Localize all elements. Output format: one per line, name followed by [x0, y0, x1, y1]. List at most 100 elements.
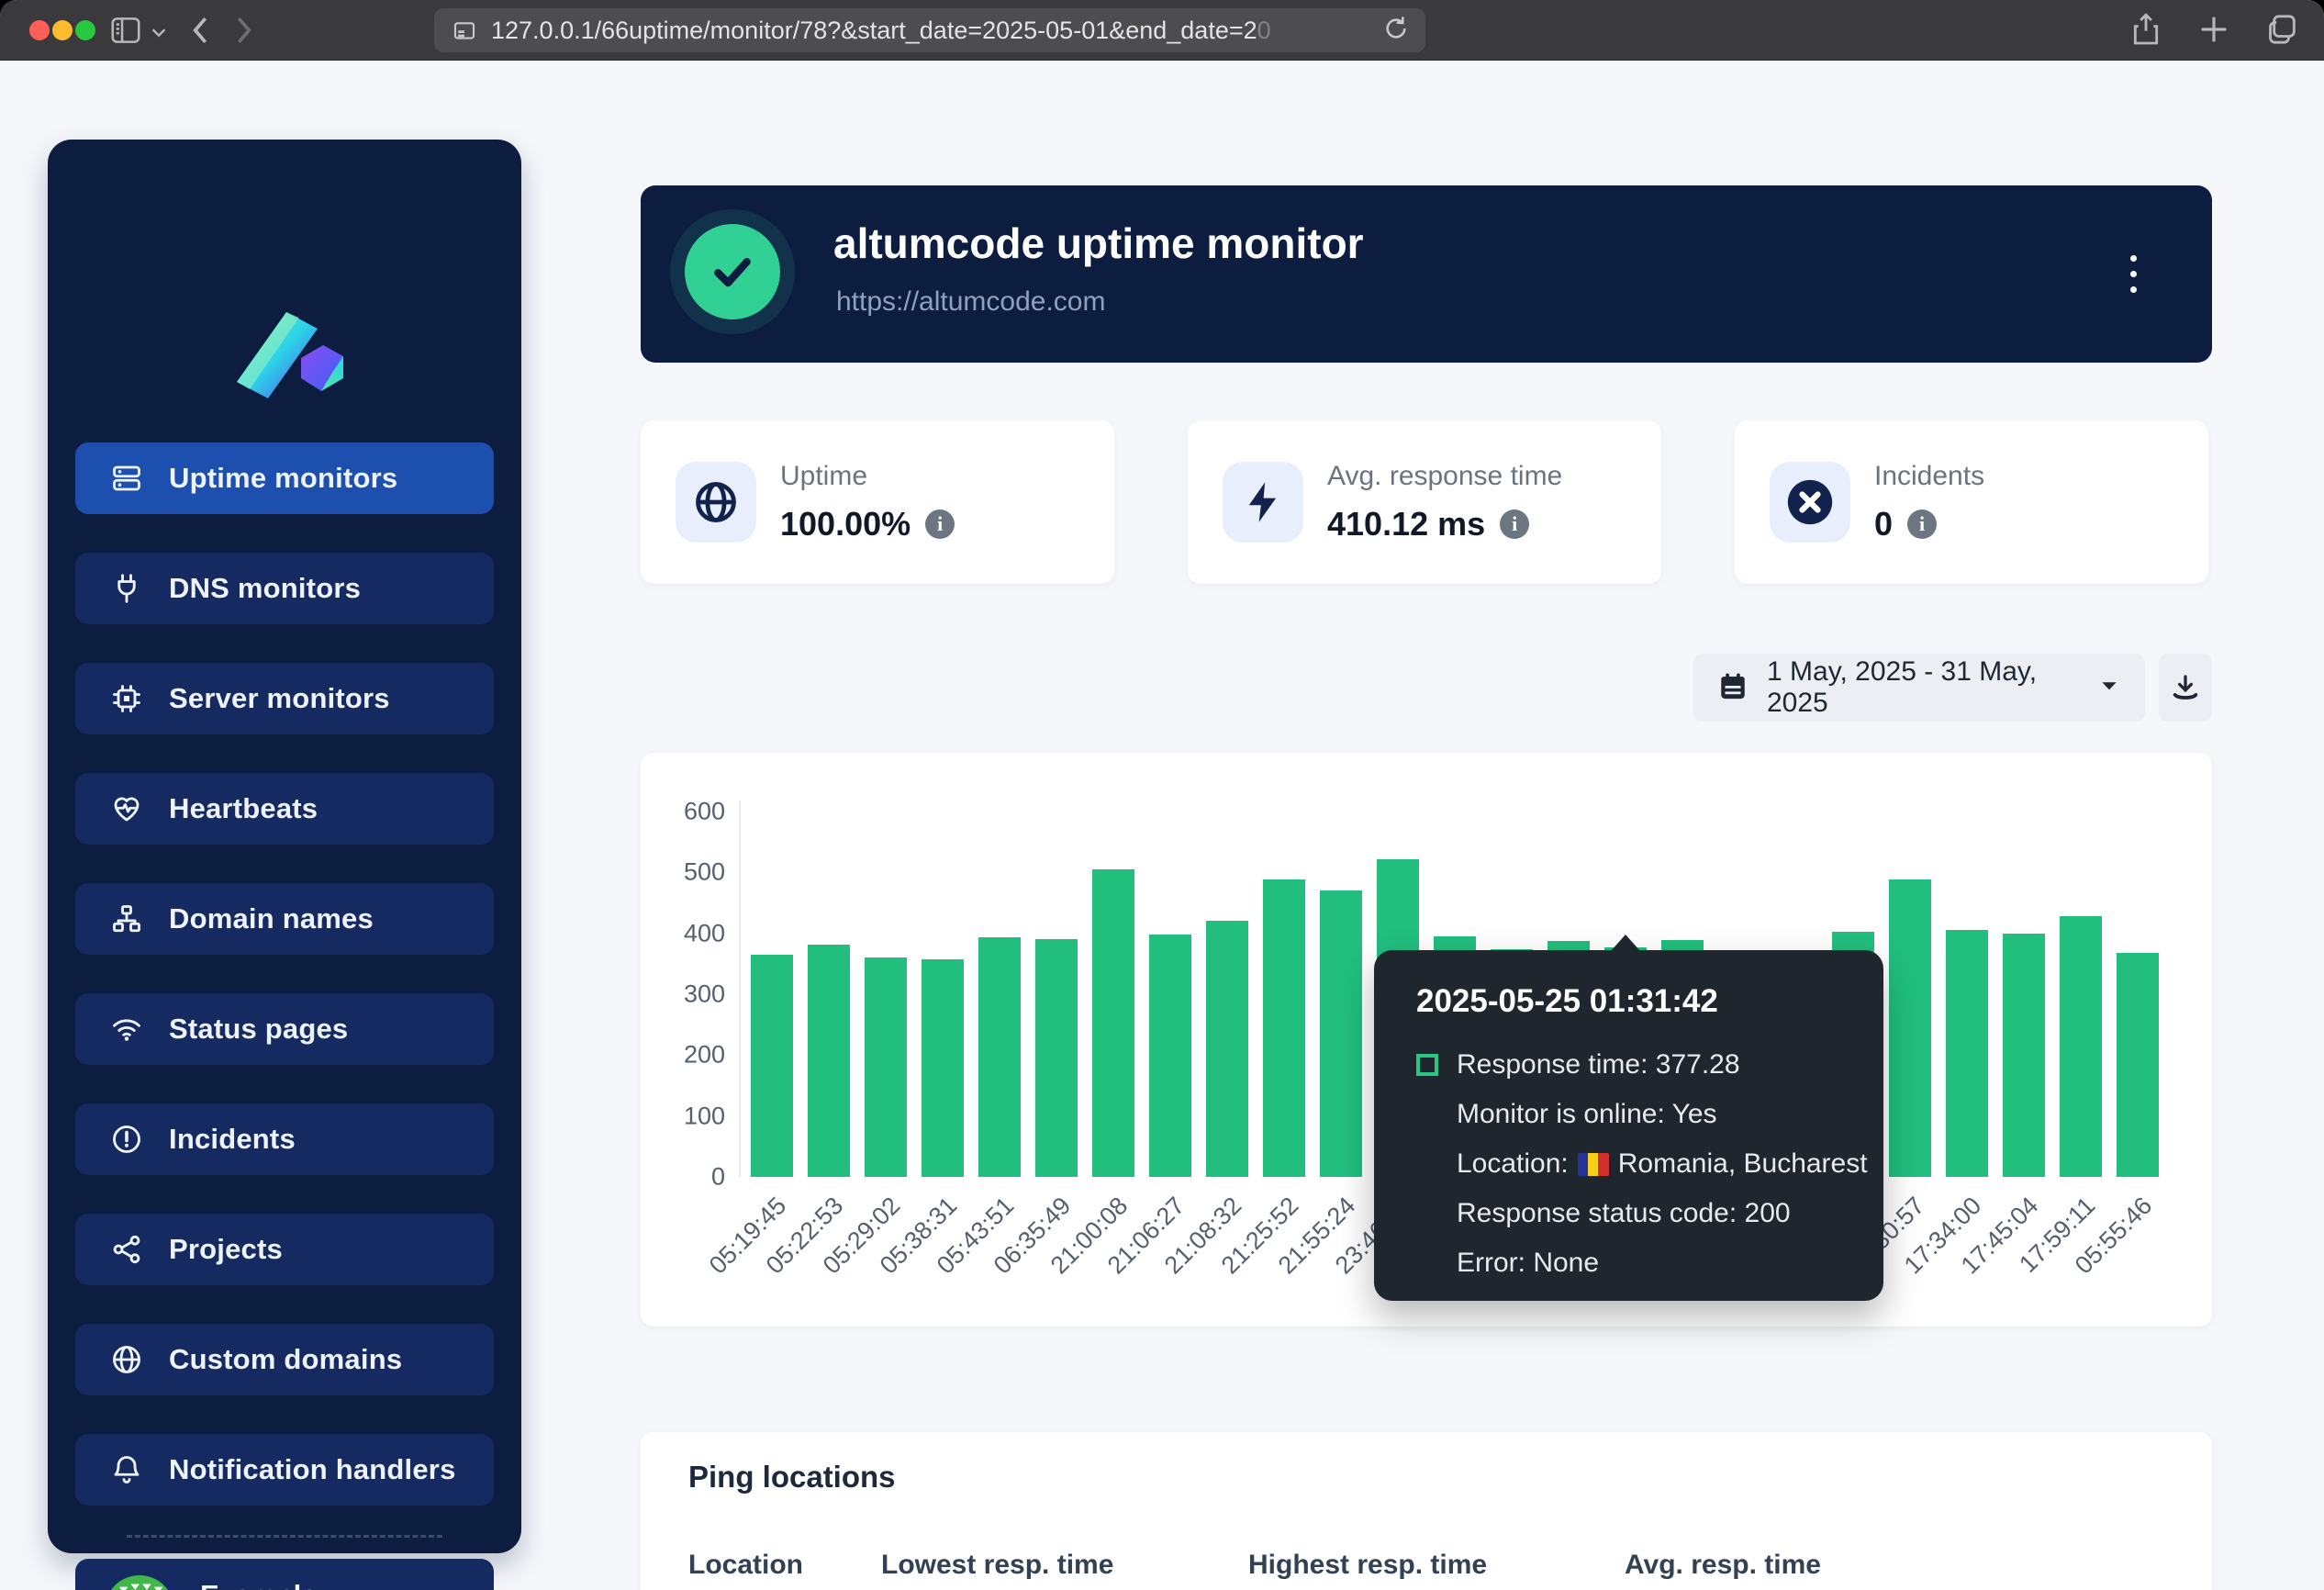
info-icon[interactable]: i	[1907, 509, 1937, 539]
heart-pulse-icon	[110, 791, 145, 826]
page-title: altumcode uptime monitor	[833, 218, 1364, 268]
back-button[interactable]	[182, 10, 222, 55]
chart-tooltip: 2025-05-25 01:31:42 Response time: 377.2…	[1374, 950, 1883, 1301]
server-stack-icon	[110, 461, 145, 496]
sidebar-item-projects[interactable]: Projects	[75, 1214, 494, 1285]
info-icon[interactable]: i	[1500, 509, 1529, 539]
url-faded-text: 0	[1257, 17, 1271, 44]
zoom-window-button[interactable]	[75, 20, 95, 40]
status-ok-icon	[685, 224, 780, 319]
sidebar-item-notification-handlers[interactable]: Notification handlers	[75, 1434, 494, 1506]
bar[interactable]	[751, 955, 793, 1177]
share-icon[interactable]	[2128, 11, 2164, 52]
sidebar-item-heartbeats[interactable]: Heartbeats	[75, 773, 494, 845]
sidebar-item-label: Projects	[169, 1233, 283, 1266]
sidebar-item-dns-monitors[interactable]: DNS monitors	[75, 553, 494, 624]
calendar-icon	[1717, 670, 1749, 706]
ping-column-header: Avg. resp. time	[1625, 1550, 2120, 1581]
bar[interactable]	[1149, 935, 1191, 1177]
bar[interactable]	[2060, 916, 2102, 1177]
bar[interactable]	[1889, 879, 1931, 1177]
tooltip-row: Monitor is online: Yes	[1416, 1090, 1883, 1139]
ping-table-header-row: LocationLowest resp. timeHighest resp. t…	[688, 1550, 2120, 1581]
bell-icon	[110, 1452, 145, 1487]
bar[interactable]	[1035, 939, 1078, 1177]
y-axis-tick-label: 0	[641, 1163, 725, 1192]
date-range-selector[interactable]: 1 May, 2025 - 31 May, 2025	[1693, 654, 2145, 722]
sidebar-item-uptime-monitors[interactable]: Uptime monitors	[75, 442, 494, 514]
bar[interactable]	[865, 957, 907, 1177]
tooltip-row: Response time: 377.28	[1416, 1040, 1883, 1090]
tooltip-arrow	[1611, 935, 1640, 951]
sidebar-item-incidents[interactable]: Incidents	[75, 1103, 494, 1175]
new-tab-icon[interactable]	[2196, 11, 2232, 52]
info-icon[interactable]: i	[925, 509, 955, 539]
series-legend-swatch	[1416, 1054, 1438, 1076]
sidebar-divider	[127, 1535, 442, 1538]
minimize-window-button[interactable]	[52, 20, 73, 40]
y-axis-tick-label: 100	[641, 1102, 725, 1130]
tooltip-timestamp: 2025-05-25 01:31:42	[1416, 983, 1883, 1020]
y-axis-tick-label: 200	[641, 1041, 725, 1069]
download-report-button[interactable]	[2159, 654, 2212, 722]
avatar	[105, 1575, 174, 1590]
sidebar-item-label: Heartbeats	[169, 792, 318, 825]
sidebar-item-label: Uptime monitors	[169, 462, 397, 495]
bar[interactable]	[978, 937, 1021, 1177]
sidebar: Uptime monitors DNS monitors Server monito…	[48, 140, 521, 1553]
tab-overview-icon[interactable]	[2263, 11, 2300, 52]
wifi-icon	[110, 1012, 145, 1047]
more-options-button[interactable]	[2111, 231, 2155, 316]
caret-down-icon	[2097, 674, 2121, 702]
sidebar-item-label: Domain names	[169, 902, 374, 935]
bar[interactable]	[1946, 930, 1988, 1177]
monitor-url: https://altumcode.com	[836, 286, 1105, 318]
stat-value: 410.12 ms	[1327, 505, 1485, 543]
sidebar-item-label: Custom domains	[169, 1343, 402, 1376]
sidebar-toggle-icon[interactable]	[108, 13, 143, 52]
chevron-down-icon[interactable]	[149, 22, 169, 47]
url-text: 127.0.0.1/66uptime/monitor/78?&start_dat…	[491, 17, 1381, 45]
bar[interactable]	[1263, 879, 1305, 1177]
x-circle-icon	[1770, 462, 1850, 543]
sidebar-item-server-monitors[interactable]: Server monitors	[75, 663, 494, 734]
address-bar[interactable]: 127.0.0.1/66uptime/monitor/78?&start_dat…	[434, 8, 1425, 52]
bar[interactable]	[2003, 934, 2045, 1177]
bar[interactable]	[1092, 869, 1134, 1177]
globe-icon	[110, 1342, 145, 1377]
alert-circle-icon	[110, 1122, 145, 1157]
stat-label: Uptime	[780, 461, 867, 492]
page-settings-icon[interactable]	[451, 17, 478, 50]
sitemap-icon	[110, 901, 145, 936]
monitor-header-card	[641, 185, 2212, 363]
tooltip-row: Response status code: 200	[1416, 1189, 1883, 1238]
ping-column-header: Highest resp. time	[1248, 1550, 1625, 1581]
bar[interactable]	[1206, 921, 1248, 1177]
browser-window: 127.0.0.1/66uptime/monitor/78?&start_dat…	[0, 0, 2324, 1590]
close-window-button[interactable]	[29, 20, 50, 40]
bar[interactable]	[922, 959, 964, 1177]
reload-icon[interactable]	[1381, 14, 1411, 48]
globe-icon	[676, 462, 756, 543]
incidents-stat-card: Incidents 0 i	[1735, 420, 2208, 584]
stat-label: Avg. response time	[1327, 461, 1562, 492]
y-axis-tick-label: 600	[641, 798, 725, 826]
bar[interactable]	[808, 945, 850, 1177]
stat-value: 100.00%	[780, 505, 911, 543]
sidebar-item-custom-domains[interactable]: Custom domains	[75, 1324, 494, 1395]
sidebar-item-label: DNS monitors	[169, 572, 361, 605]
sidebar-item-domain-names[interactable]: Domain names	[75, 883, 494, 955]
tooltip-row: Location:Romania, Bucharest	[1416, 1139, 1883, 1189]
forward-button[interactable]	[222, 10, 263, 55]
profile-item[interactable]: Example sample@example.com	[75, 1559, 494, 1590]
altumcode-logo	[220, 294, 349, 409]
sidebar-item-status-pages[interactable]: Status pages	[75, 993, 494, 1065]
sidebar-item-label: Notification handlers	[169, 1453, 456, 1486]
profile-name: Example	[200, 1579, 453, 1590]
date-range-label: 1 May, 2025 - 31 May, 2025	[1767, 656, 2079, 719]
sidebar-item-label: Incidents	[169, 1123, 296, 1156]
bar[interactable]	[1320, 890, 1362, 1177]
bar[interactable]	[2117, 953, 2159, 1177]
ping-column-header: Location	[688, 1550, 881, 1581]
share-nodes-icon	[110, 1232, 145, 1267]
